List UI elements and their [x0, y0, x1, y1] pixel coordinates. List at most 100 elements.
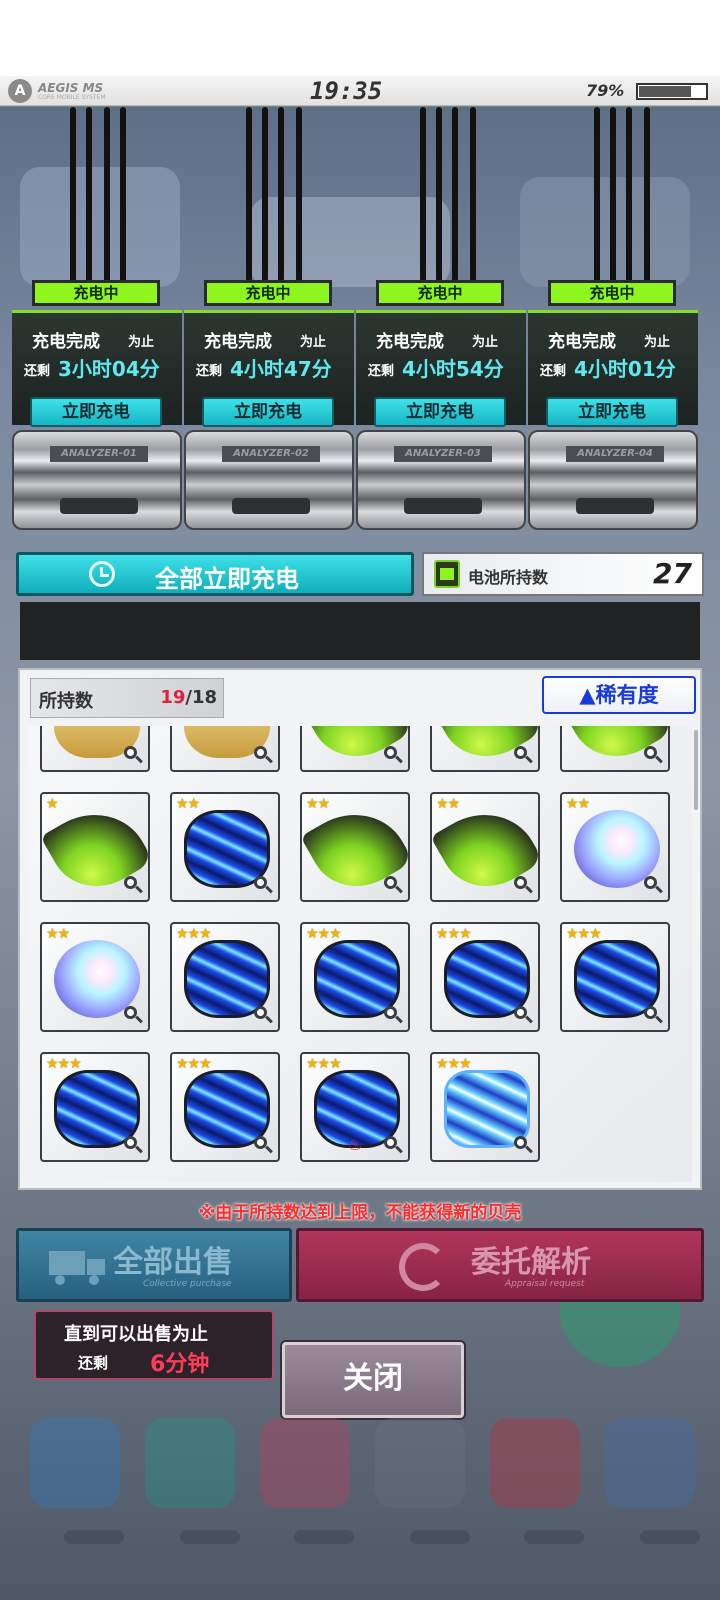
- sort-rarity-button[interactable]: ▲稀有度: [542, 676, 696, 714]
- magnifier-icon[interactable]: [252, 1004, 274, 1026]
- shell-tile[interactable]: ★★: [300, 792, 410, 902]
- rarity-stars: ★★★: [46, 1056, 82, 1072]
- info-strip: [20, 602, 700, 660]
- shell-tile[interactable]: [170, 726, 280, 772]
- battery-gauge-fill: [639, 86, 691, 97]
- shell-tile[interactable]: ★★★: [560, 922, 670, 1032]
- brand-subtitle: CORE MOBILE SYSTEM: [38, 94, 106, 101]
- delegate-analysis-button[interactable]: 委托解析 Appraisal request: [296, 1228, 704, 1302]
- remaining-time: 3小时04分: [58, 357, 160, 381]
- shell-grid[interactable]: ★ ★★ ★★ ★★ ★★ ★★ ★★★ ★★★ ★★★ ★★★ ★★★ ★★★ ★★★ ♨ ★★★: [28, 726, 692, 1182]
- analyzer-slot: [232, 498, 310, 514]
- charge-now-button[interactable]: 立即充电: [546, 397, 678, 427]
- charge-all-button[interactable]: 全部立即充电: [16, 552, 414, 596]
- rarity-stars: ★★★: [176, 1056, 212, 1072]
- charger-unit-2: 充电中 充电完成 为止 还剩 4小时47分 立即充电 ANALYZER-02: [184, 280, 354, 540]
- shell-tile[interactable]: ★★★: [40, 1052, 150, 1162]
- magnifier-icon[interactable]: [382, 744, 404, 766]
- remaining-time: 4小时01分: [574, 357, 676, 381]
- magnifier-icon[interactable]: [382, 1004, 404, 1026]
- analyzer-slot: [60, 498, 138, 514]
- charge-now-button[interactable]: 立即充电: [30, 397, 162, 427]
- cable: [120, 107, 126, 297]
- magnifier-icon[interactable]: [512, 874, 534, 896]
- charger-unit-1: 充电中 充电完成 为止 还剩 3小时04分 立即充电 ANALYZER-01: [12, 280, 182, 540]
- magnifier-icon[interactable]: [512, 1004, 534, 1026]
- magnifier-icon[interactable]: [122, 1134, 144, 1156]
- shell-tile[interactable]: ★★★: [430, 922, 540, 1032]
- shell-tile[interactable]: ★★★: [300, 922, 410, 1032]
- magnifier-icon[interactable]: [122, 874, 144, 896]
- charge-complete-label: 充电完成: [32, 332, 100, 352]
- background-app-icon: [30, 1418, 120, 1508]
- shell-tile[interactable]: [40, 726, 150, 772]
- magnifier-icon[interactable]: [642, 744, 664, 766]
- grid-scrollbar[interactable]: [694, 730, 698, 810]
- charge-now-button[interactable]: 立即充电: [374, 397, 506, 427]
- background-app-icon: [260, 1418, 350, 1508]
- magnifier-icon[interactable]: [642, 874, 664, 896]
- shell-tile[interactable]: ★★: [170, 792, 280, 902]
- analyzer-slot: [576, 498, 654, 514]
- magnifier-icon[interactable]: [252, 744, 274, 766]
- clock-time: 19:35: [310, 77, 383, 105]
- magnifier-icon[interactable]: [382, 874, 404, 896]
- rarity-stars: ★★★: [436, 926, 472, 942]
- shell-tile[interactable]: ★★★ ♨: [300, 1052, 410, 1162]
- cable: [70, 107, 76, 297]
- close-button[interactable]: 关闭: [282, 1342, 464, 1418]
- shell-tile[interactable]: ★★: [40, 922, 150, 1032]
- charge-all-label: 全部立即充电: [155, 565, 299, 593]
- rarity-stars: ★★: [306, 796, 330, 812]
- sell-all-sublabel: Collective purchase: [143, 1279, 232, 1289]
- magnifier-icon[interactable]: [122, 744, 144, 766]
- cable: [104, 107, 110, 297]
- background-app-icon: [145, 1418, 235, 1508]
- magnifier-icon[interactable]: [512, 744, 534, 766]
- remaining-label: 还剩: [540, 364, 567, 379]
- background-app-icon: [605, 1418, 695, 1508]
- shell-tile[interactable]: [560, 726, 670, 772]
- shell-tile[interactable]: ★★★: [170, 1052, 280, 1162]
- truck-icon: [49, 1251, 105, 1285]
- sell-timer-value: 6分钟: [150, 1352, 210, 1377]
- shell-tile[interactable]: ★★★: [170, 922, 280, 1032]
- shell-tile[interactable]: ★★★: [430, 1052, 540, 1162]
- background-dock-label: [524, 1530, 584, 1544]
- sell-timer-tooltip: 直到可以出售为止 还剩 6分钟: [34, 1310, 274, 1380]
- aegis-logo-icon: A: [8, 79, 32, 103]
- owned-max: /18: [185, 687, 217, 708]
- clock-icon: [89, 561, 115, 587]
- magnifier-icon[interactable]: [252, 874, 274, 896]
- charge-now-button[interactable]: 立即充电: [202, 397, 334, 427]
- magnifier-icon[interactable]: [122, 1004, 144, 1026]
- shell-tile[interactable]: ★: [40, 792, 150, 902]
- charger-unit-3: 充电中 充电完成 为止 还剩 4小时54分 立即充电 ANALYZER-03: [356, 280, 526, 540]
- cable: [626, 107, 632, 297]
- analyzer-label: ANALYZER-03: [394, 446, 492, 462]
- cable: [296, 107, 302, 297]
- shell-tile[interactable]: ★★: [560, 792, 670, 902]
- rarity-stars: ★★★: [306, 1056, 342, 1072]
- charger-panel: 充电完成 为止 还剩 4小时01分 立即充电: [528, 310, 698, 427]
- shell-tile[interactable]: [430, 726, 540, 772]
- shell-inventory-panel: 所持数 19/18 ▲稀有度 ★ ★★ ★★ ★★ ★★ ★★ ★★★ ★★★ ★★★ ★★★ ★★…: [18, 668, 702, 1190]
- flame-mark-icon: ♨: [348, 1135, 363, 1154]
- analyzer-device: ANALYZER-02: [184, 430, 354, 530]
- rarity-stars: ★★: [176, 796, 200, 812]
- cable: [452, 107, 458, 297]
- magnifier-icon[interactable]: [382, 1134, 404, 1156]
- cable: [262, 107, 268, 297]
- shell-tile[interactable]: ★★: [430, 792, 540, 902]
- magnifier-icon[interactable]: [512, 1134, 534, 1156]
- owned-count: 19/18: [160, 687, 217, 708]
- remaining-label: 还剩: [196, 364, 223, 379]
- magnifier-icon[interactable]: [642, 1004, 664, 1026]
- owned-count-tab: 所持数 19/18: [30, 678, 224, 718]
- cable: [470, 107, 476, 297]
- sell-all-button[interactable]: 全部出售 Collective purchase: [16, 1228, 292, 1302]
- rarity-stars: ★★★: [566, 926, 602, 942]
- charge-until-label: 为止: [300, 335, 327, 350]
- magnifier-icon[interactable]: [252, 1134, 274, 1156]
- shell-tile[interactable]: [300, 726, 410, 772]
